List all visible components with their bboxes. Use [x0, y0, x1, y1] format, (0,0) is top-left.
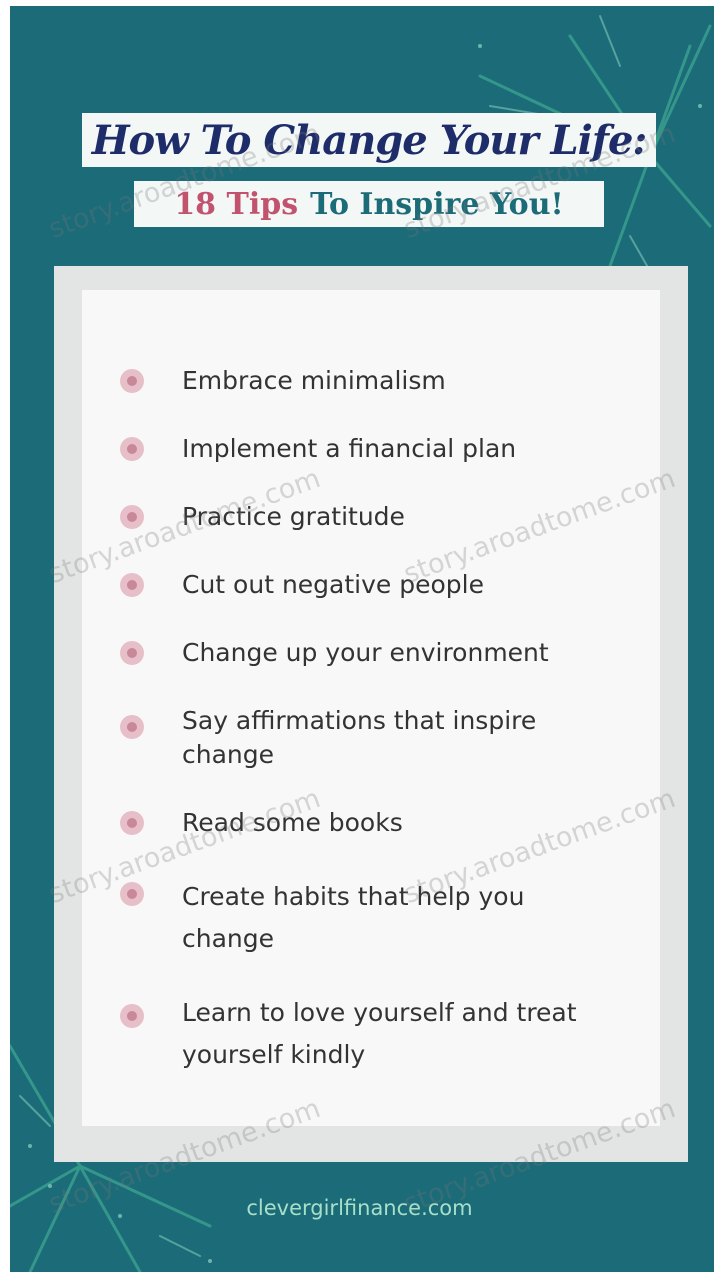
tip-text: Change up your environment: [182, 638, 549, 667]
subtitle-text: To Inspire You!: [310, 186, 564, 222]
tip-text: Practice gratitude: [182, 502, 405, 531]
tip-text: Cut out negative people: [182, 570, 484, 599]
page-title: How To Change Your Life:: [91, 116, 647, 164]
bullet-icon: [120, 1004, 144, 1028]
bullet-icon: [120, 811, 144, 835]
subtitle-banner: 18 Tips To Inspire You!: [134, 181, 604, 227]
tips-card: Embrace minimalism Implement a financial…: [82, 290, 660, 1126]
poster: How To Change Your Life: 18 Tips To Insp…: [0, 0, 719, 1279]
bullet-icon: [120, 573, 144, 597]
tip-text: Create habits that help you change: [182, 882, 525, 953]
footer-url: clevergirlfinance.com: [246, 1196, 473, 1220]
tip-text: Read some books: [182, 808, 403, 837]
bullet-icon: [120, 369, 144, 393]
bullet-icon: [120, 715, 144, 739]
tip-text: Say affirmations that inspire change: [182, 706, 537, 769]
bullet-icon: [120, 505, 144, 529]
bullet-icon: [120, 882, 144, 906]
subtitle-accent: 18 Tips: [174, 186, 299, 222]
tip-text: Embrace minimalism: [182, 366, 446, 395]
title-banner: How To Change Your Life:: [82, 113, 656, 167]
bullet-icon: [120, 641, 144, 665]
tip-text: Implement a financial plan: [182, 434, 517, 463]
bullet-icon: [120, 437, 144, 461]
tip-text: Learn to love yourself and treat yoursel…: [182, 998, 577, 1069]
